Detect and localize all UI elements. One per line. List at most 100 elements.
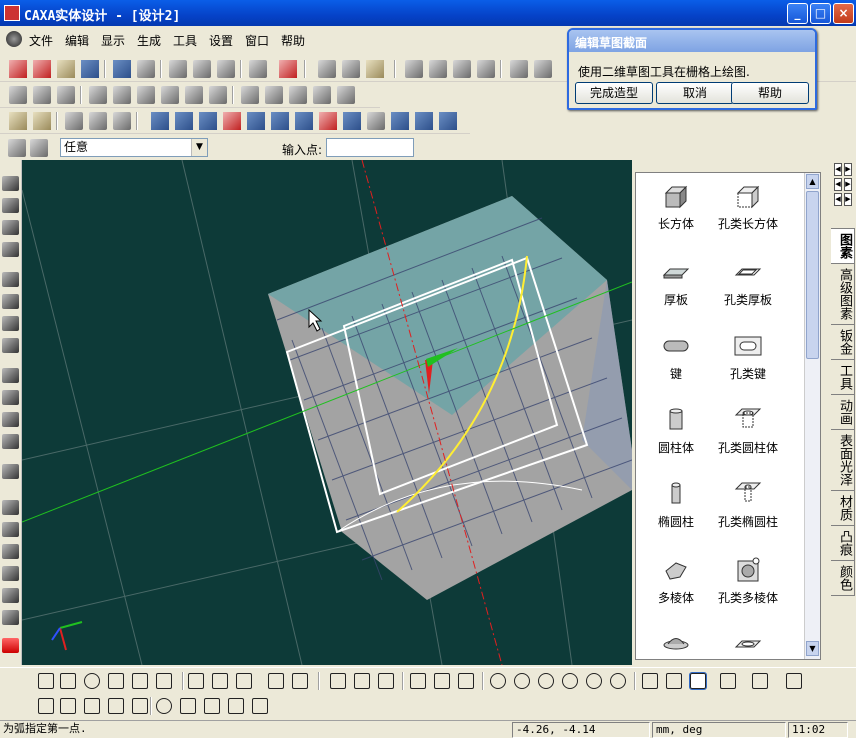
horizontal-icon[interactable] [108, 698, 124, 714]
tangent-line-icon[interactable] [378, 673, 394, 689]
circle-3pt-icon[interactable] [538, 673, 554, 689]
tab-advanced-primitives[interactable]: 高级图素 [831, 263, 855, 325]
spline-icon[interactable] [720, 673, 736, 689]
ellipse-icon[interactable] [610, 673, 626, 689]
sketch-icon[interactable] [2, 464, 19, 479]
camera-pos-icon[interactable] [2, 368, 19, 383]
orbit-icon[interactable] [2, 198, 19, 213]
scrollbar-thumb[interactable] [806, 191, 819, 359]
undo-icon[interactable] [113, 60, 131, 78]
menu-help[interactable]: 帮助 [281, 32, 305, 49]
solid-icon[interactable] [337, 86, 355, 104]
rect-tool-icon[interactable] [60, 673, 76, 689]
library-item[interactable]: 厚板 [636, 259, 716, 308]
view-side-icon[interactable] [199, 112, 217, 130]
camera-icon[interactable] [89, 112, 107, 130]
last-tab-icon[interactable]: ▶ [844, 163, 852, 176]
fillet-sketch-icon[interactable] [108, 673, 124, 689]
arc-center-icon[interactable] [642, 673, 658, 689]
menu-edit[interactable]: 编辑 [65, 32, 89, 49]
walk-icon[interactable] [2, 220, 19, 235]
library-item[interactable]: 多棱体 [636, 557, 716, 606]
input-point-field[interactable] [326, 138, 414, 157]
prev-tab-icon[interactable]: ◀ [834, 178, 842, 191]
angle-icon[interactable] [228, 698, 244, 714]
shell-icon[interactable] [137, 86, 155, 104]
arc-3pt-icon[interactable] [666, 673, 682, 689]
fillet-icon[interactable] [89, 86, 107, 104]
look-at-icon[interactable] [2, 338, 19, 353]
open-folder-icon[interactable] [57, 60, 75, 78]
view-front-icon[interactable] [151, 112, 169, 130]
distance-icon[interactable] [204, 698, 220, 714]
zoom-icon[interactable] [2, 272, 19, 287]
library-item[interactable]: 孔类圆柱体 [708, 407, 788, 456]
viewport-canvas[interactable] [22, 160, 632, 665]
arrow-cursor-icon[interactable] [8, 139, 26, 157]
view-iso-icon[interactable] [223, 112, 241, 130]
rotate-view-icon[interactable] [415, 112, 433, 130]
minimize-button[interactable]: _ [787, 3, 808, 24]
camera-fly-icon[interactable] [2, 434, 19, 449]
menu-tools[interactable]: 工具 [173, 32, 197, 49]
library-item[interactable]: 孔类长方体 [708, 183, 788, 232]
dynamic-rotate-icon[interactable] [2, 242, 19, 257]
design-viewport[interactable] [22, 160, 632, 665]
library-item[interactable]: 键 [636, 333, 716, 382]
tab-emboss[interactable]: 凸痕 [831, 525, 855, 561]
circle-center-icon[interactable] [490, 673, 506, 689]
library-item-partial[interactable] [636, 631, 716, 663]
scroll-down-icon[interactable]: ▼ [806, 641, 819, 656]
chamfer-icon[interactable] [113, 86, 131, 104]
circle-2tan-icon[interactable] [586, 673, 602, 689]
arc-tangent-icon[interactable] [689, 672, 707, 690]
corner-icon[interactable] [752, 673, 768, 689]
export-icon[interactable] [405, 60, 423, 78]
measure-icon[interactable] [439, 112, 457, 130]
render-icon[interactable] [510, 60, 528, 78]
grid-icon[interactable] [534, 60, 552, 78]
section-icon[interactable] [391, 112, 409, 130]
menu-generate[interactable]: 生成 [137, 32, 161, 49]
view-left-icon[interactable] [295, 112, 313, 130]
mirror-icon[interactable] [265, 86, 283, 104]
tab-sheet-metal[interactable]: 钣金 [831, 324, 855, 360]
library-item[interactable]: 孔类多棱体 [708, 557, 788, 606]
scale-icon[interactable] [289, 86, 307, 104]
tab-color[interactable]: 颜色 [831, 560, 855, 596]
target-icon[interactable] [113, 112, 131, 130]
print-icon[interactable] [786, 673, 802, 689]
offset-icon[interactable] [132, 673, 148, 689]
home-tab-icon[interactable]: ◀ [834, 193, 842, 206]
tab-primitives[interactable]: 图素 [831, 228, 855, 264]
block2-icon[interactable] [2, 522, 19, 537]
dimension-icon[interactable] [2, 638, 19, 653]
help-button[interactable]: 帮助 [731, 82, 809, 104]
paint-icon[interactable] [477, 60, 495, 78]
vertical-icon[interactable] [132, 698, 148, 714]
circle-tan-icon[interactable] [562, 673, 578, 689]
pick-icon[interactable] [9, 112, 27, 130]
tab-animation[interactable]: 动画 [831, 394, 855, 430]
pan-icon[interactable] [2, 176, 19, 191]
concentric-icon[interactable] [156, 698, 172, 714]
zoom-extents-icon[interactable] [2, 316, 19, 331]
polyline-icon[interactable] [354, 673, 370, 689]
sphere-icon[interactable] [2, 610, 19, 625]
cut-icon[interactable] [169, 60, 187, 78]
paste-icon[interactable] [217, 60, 235, 78]
tab-tools[interactable]: 工具 [831, 359, 855, 395]
library-catalog[interactable]: 长方体 孔类长方体 厚板 孔类厚板 键 孔类键 圆柱体 孔类圆柱体 椭圆柱 孔类… [635, 172, 821, 660]
tangent-constraint-icon[interactable] [60, 698, 76, 714]
menu-window[interactable]: 窗口 [245, 32, 269, 49]
library-item-partial[interactable] [708, 631, 788, 663]
extend-icon[interactable] [212, 673, 228, 689]
view-top-icon[interactable] [175, 112, 193, 130]
close-button[interactable]: × [833, 3, 854, 24]
find-icon[interactable] [249, 60, 267, 78]
camera-target-icon[interactable] [2, 390, 19, 405]
cancel-button[interactable]: 取消 [656, 82, 734, 104]
selection-filter-select[interactable]: 任意 ▼ [60, 138, 208, 157]
maximize-button[interactable]: □ [810, 3, 831, 24]
block4-icon[interactable] [2, 566, 19, 581]
